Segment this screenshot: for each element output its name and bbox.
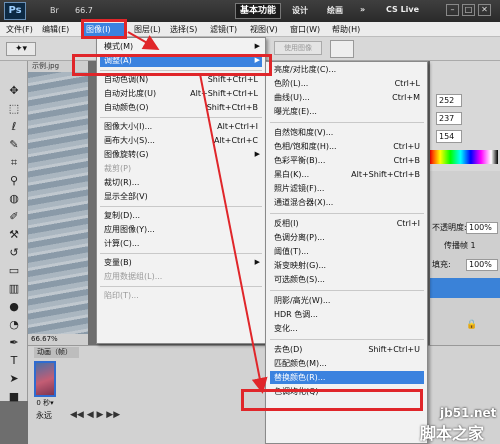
annotation-arrows (127, 31, 268, 394)
watermark-url: jb51.net (440, 406, 497, 420)
watermark-site: 脚本之家 (420, 424, 485, 443)
menu-image-label: 图像(I) (86, 25, 111, 34)
arrow-1 (127, 31, 160, 50)
arrow-2 (199, 73, 268, 394)
